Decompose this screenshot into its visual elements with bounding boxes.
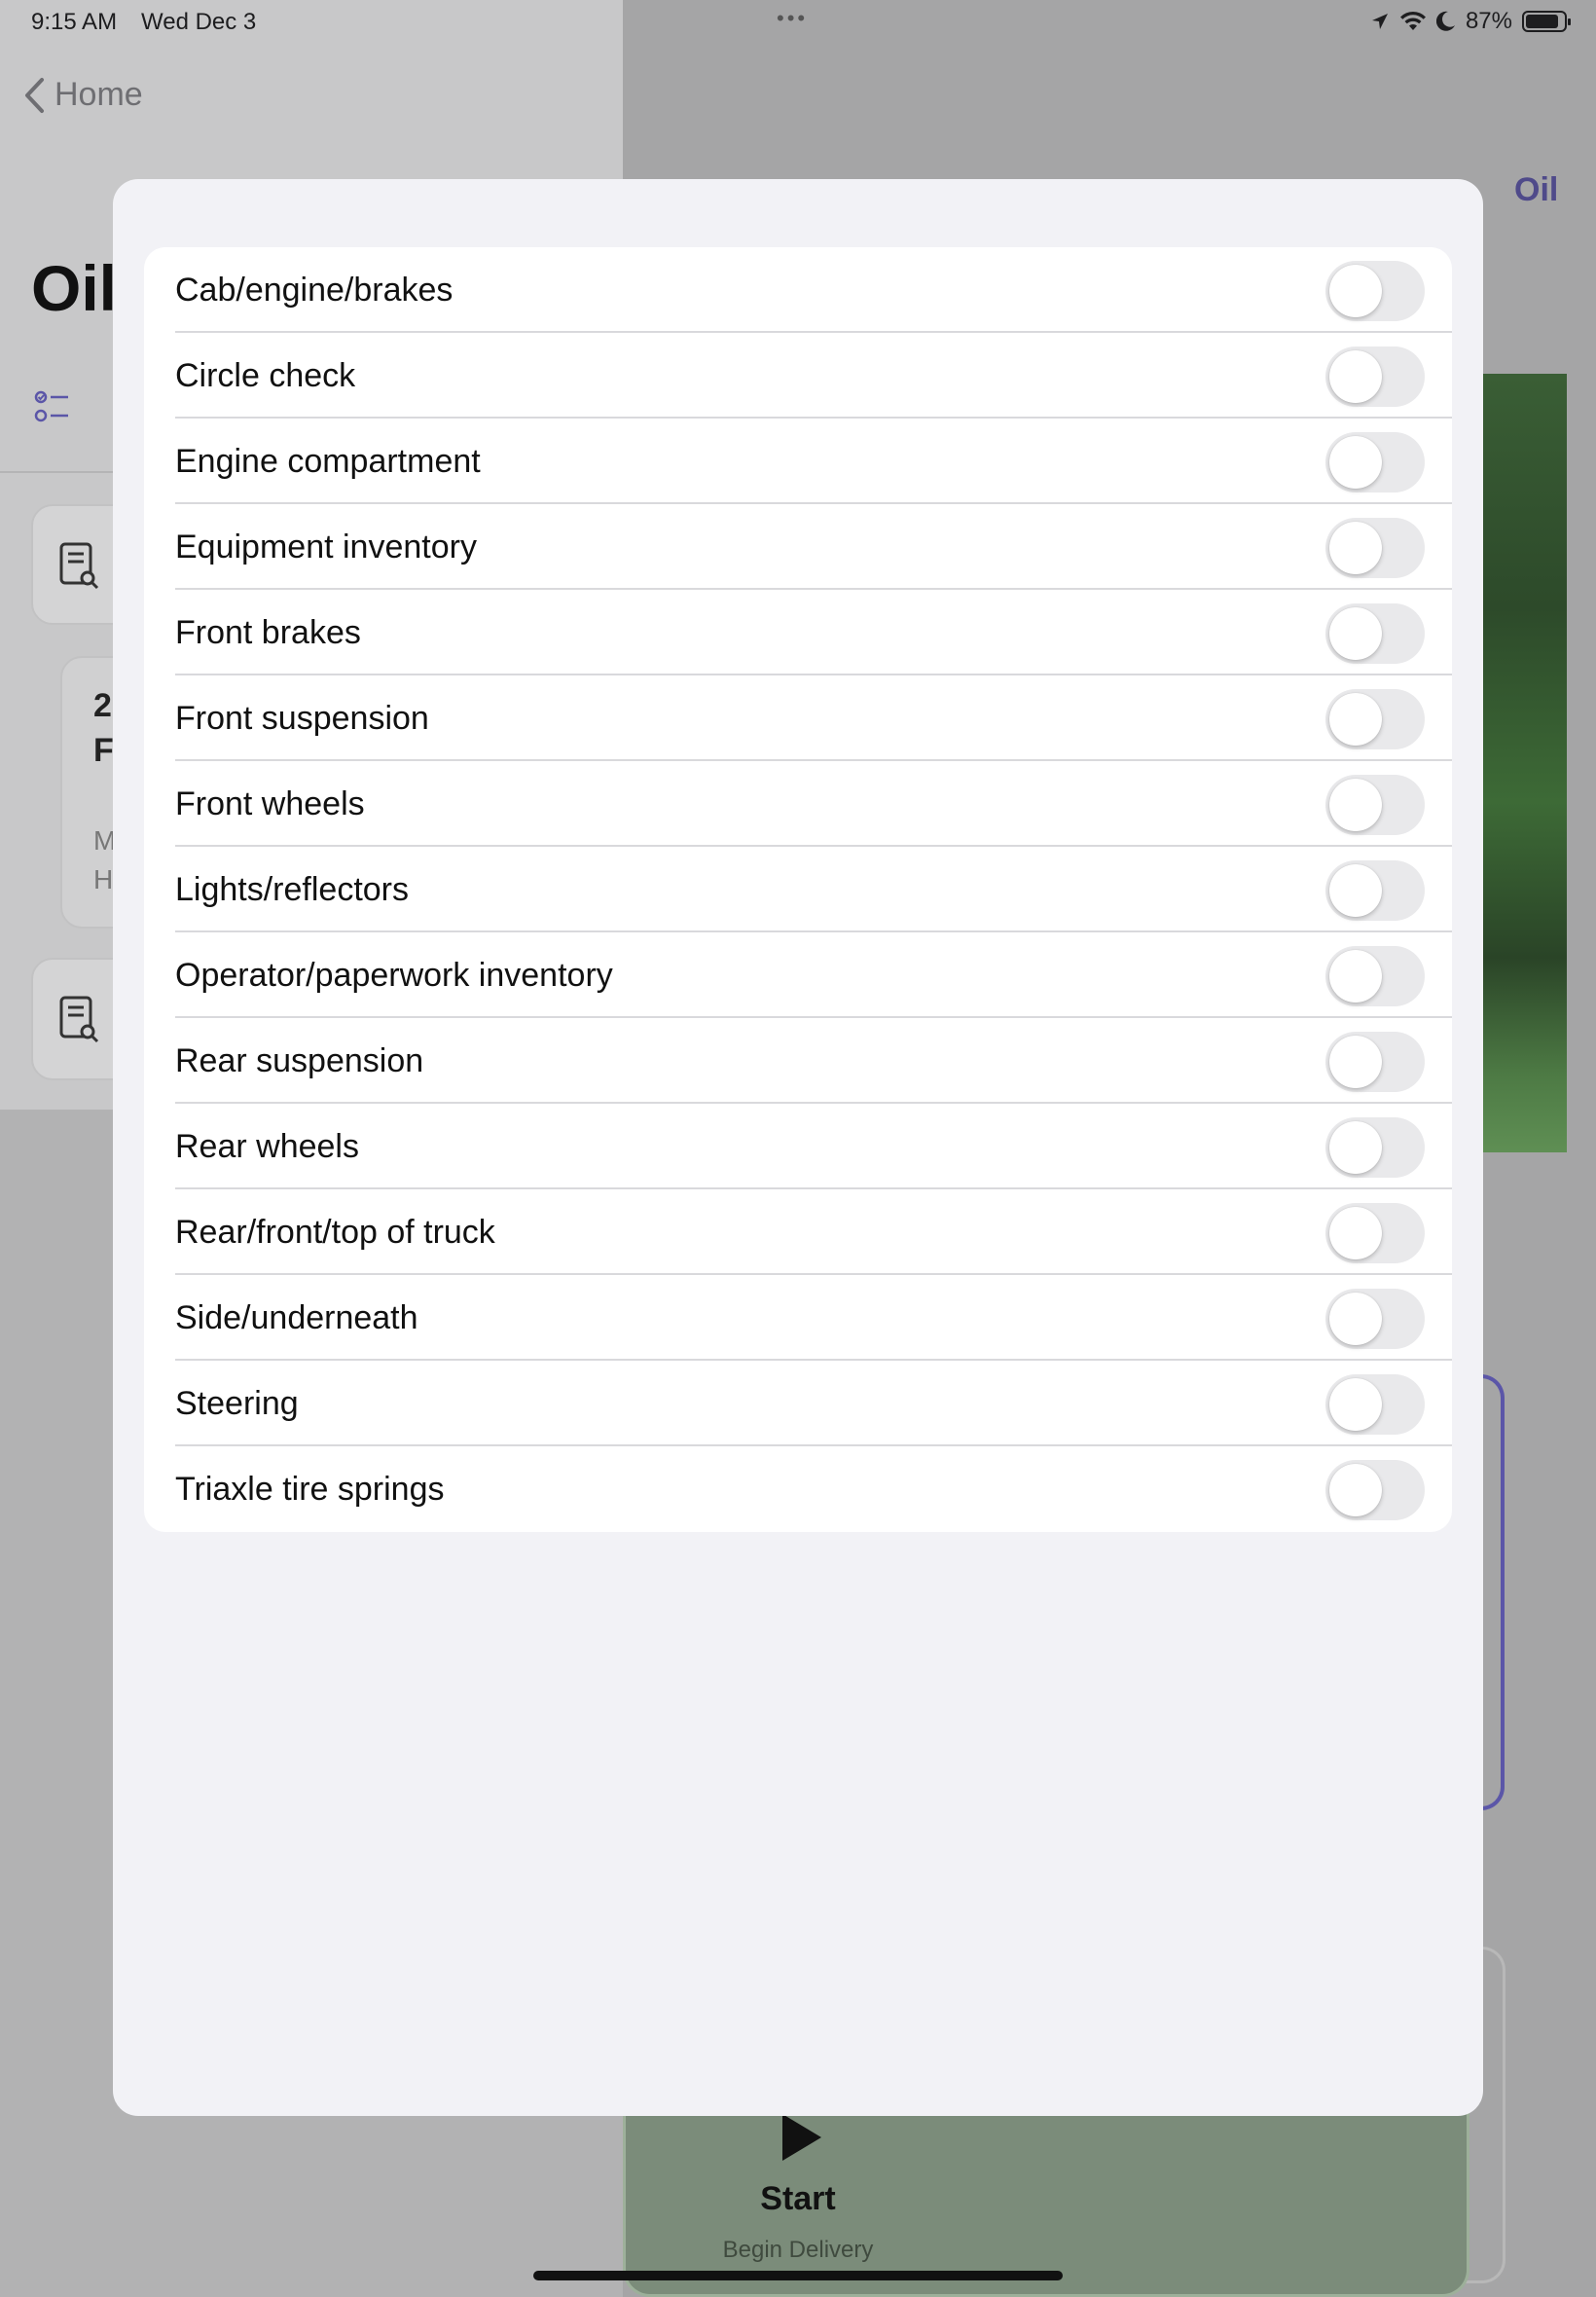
checklist-row: Operator/paperwork inventory (144, 932, 1452, 1018)
document-search-icon (59, 542, 99, 590)
status-indicators: 87% (1370, 8, 1571, 35)
checklist-icon[interactable] (33, 389, 72, 424)
home-indicator[interactable] (533, 2271, 1063, 2280)
checklist-item-toggle[interactable] (1325, 1032, 1425, 1092)
toggle-knob (1329, 436, 1382, 489)
checklist-row: Equipment inventory (144, 504, 1452, 590)
toggle-knob (1329, 607, 1382, 660)
back-label: Home (54, 76, 143, 113)
checklist-item-toggle[interactable] (1325, 346, 1425, 407)
toggle-knob (1329, 1036, 1382, 1088)
battery-icon (1522, 11, 1571, 32)
checklist-item-toggle[interactable] (1325, 1203, 1425, 1263)
order-card-line2: F (93, 732, 114, 769)
checklist-item-label: Steering (175, 1384, 299, 1422)
checklist-item-toggle[interactable] (1325, 1460, 1425, 1520)
checklist-item-label: Rear suspension (175, 1041, 424, 1079)
checklist-row: Front wheels (144, 761, 1452, 847)
checklist-item-toggle[interactable] (1325, 775, 1425, 835)
checklist-item-label: Operator/paperwork inventory (175, 956, 613, 994)
checklist-item-toggle[interactable] (1325, 860, 1425, 921)
status-date: Wed Dec 3 (141, 9, 257, 35)
chevron-left-icon (25, 77, 44, 113)
checklist-item-label: Side/underneath (175, 1298, 418, 1336)
toggle-knob (1329, 1207, 1382, 1259)
toggle-knob (1329, 693, 1382, 746)
toggle-knob (1329, 950, 1382, 1003)
toggle-knob (1329, 265, 1382, 317)
start-label: Start (760, 2180, 836, 2217)
checklist-row: Rear wheels (144, 1104, 1452, 1189)
checklist-item-toggle[interactable] (1325, 603, 1425, 664)
checklist-item-label: Equipment inventory (175, 528, 477, 565)
inspection-checklist-sheet: Cab/engine/brakes Circle check Engine comp… (113, 179, 1483, 2116)
checklist-item-label: Cab/engine/brakes (175, 271, 453, 309)
checklist-item-label: Rear/front/top of truck (175, 1213, 495, 1251)
checklist-row: Front brakes (144, 590, 1452, 675)
checklist-item-label: Rear wheels (175, 1127, 359, 1165)
play-icon (782, 2114, 821, 2161)
checklist-item-toggle[interactable] (1325, 1289, 1425, 1349)
toggle-knob (1329, 350, 1382, 403)
inspection-checklist: Cab/engine/brakes Circle check Engine comp… (144, 247, 1452, 1532)
checklist-item-toggle[interactable] (1325, 261, 1425, 321)
toggle-knob (1329, 1121, 1382, 1174)
checklist-row: Lights/reflectors (144, 847, 1452, 932)
checklist-item-label: Circle check (175, 356, 356, 394)
back-button[interactable]: Home (23, 76, 143, 114)
wifi-icon (1399, 11, 1426, 30)
checklist-item-label: Front suspension (175, 699, 429, 737)
checklist-row: Steering (144, 1361, 1452, 1446)
checklist-item-label: Engine compartment (175, 442, 481, 480)
battery-percent: 87% (1465, 8, 1512, 34)
checklist-item-label: Lights/reflectors (175, 870, 409, 908)
checklist-item-toggle[interactable] (1325, 1374, 1425, 1435)
checklist-row: Rear suspension (144, 1018, 1452, 1104)
checklist-item-toggle[interactable] (1325, 432, 1425, 492)
checklist-row: Circle check (144, 333, 1452, 419)
checklist-item-toggle[interactable] (1325, 689, 1425, 749)
checklist-item-toggle[interactable] (1325, 1117, 1425, 1178)
checklist-item-label: Front brakes (175, 613, 361, 651)
checklist-row: Front suspension (144, 675, 1452, 761)
start-subtitle: Begin Delivery (722, 2237, 874, 2263)
toggle-knob (1329, 1293, 1382, 1345)
toggle-knob (1329, 779, 1382, 831)
checklist-item-toggle[interactable] (1325, 946, 1425, 1006)
toggle-knob (1329, 864, 1382, 917)
toggle-knob (1329, 1378, 1382, 1431)
location-arrow-icon (1371, 14, 1388, 29)
document-search-icon (59, 996, 99, 1043)
moon-icon (1435, 11, 1455, 31)
checklist-item-label: Triaxle tire springs (175, 1470, 445, 1508)
checklist-item-toggle[interactable] (1325, 518, 1425, 578)
multitasking-dots-icon[interactable]: ••• (777, 6, 808, 31)
order-card-line1: 2 (93, 687, 112, 724)
toggle-knob (1329, 522, 1382, 574)
page-title: Oil (31, 252, 118, 324)
toggle-knob (1329, 1464, 1382, 1516)
status-bar: 9:15 AM Wed Dec 3 ••• 87% (0, 0, 1596, 47)
top-right-link[interactable]: Oil (1514, 171, 1558, 209)
checklist-row: Engine compartment (144, 419, 1452, 504)
checklist-row: Side/underneath (144, 1275, 1452, 1361)
status-time: 9:15 AM (31, 9, 118, 35)
checklist-row: Triaxle tire springs (144, 1446, 1452, 1532)
checklist-row: Rear/front/top of truck (144, 1189, 1452, 1275)
checklist-item-label: Front wheels (175, 784, 365, 822)
checklist-row: Cab/engine/brakes (144, 247, 1452, 333)
photo-image (1479, 374, 1567, 1152)
order-card-line4: H (93, 864, 114, 894)
